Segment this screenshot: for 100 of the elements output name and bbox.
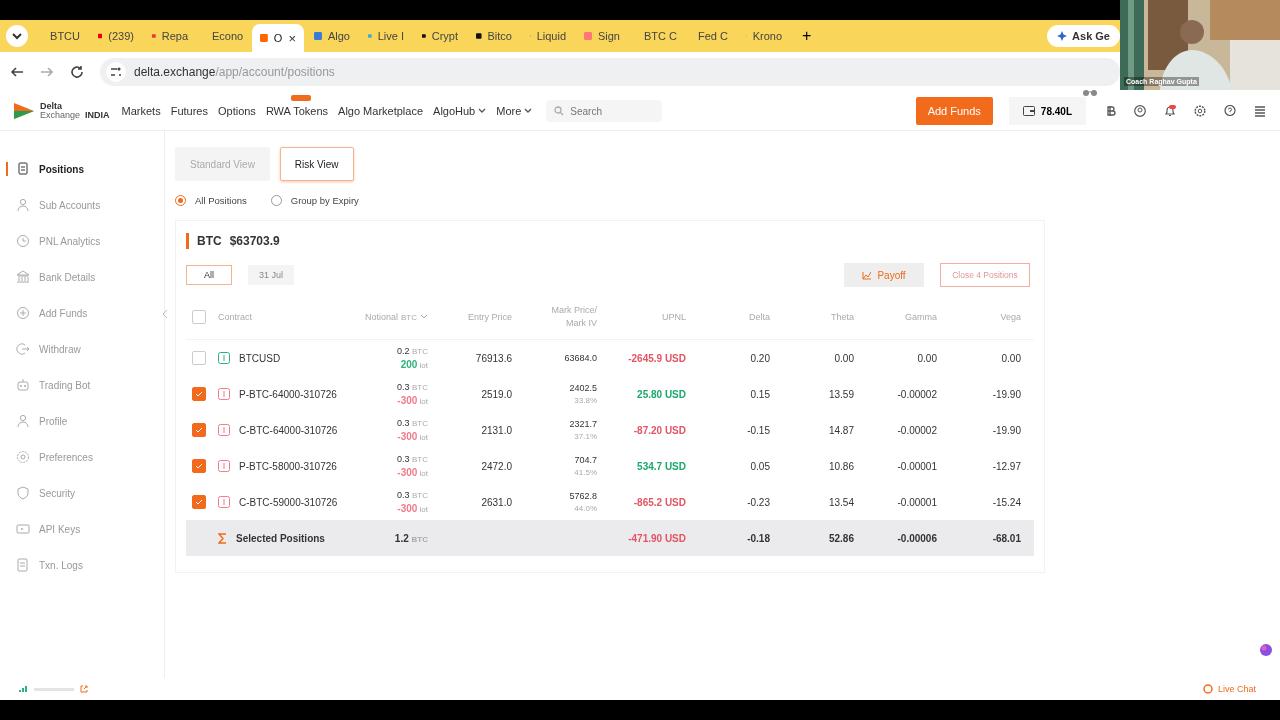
notional-size: 0.2 BTC xyxy=(397,346,428,356)
site-settings-icon[interactable] xyxy=(106,62,126,82)
browser-tab[interactable]: Live I xyxy=(360,23,412,49)
browser-tab[interactable]: Sign xyxy=(576,23,628,49)
nav-link[interactable]: Markets xyxy=(121,95,161,117)
new-tab-button[interactable]: + xyxy=(792,27,822,45)
nav-link[interactable]: Algo Marketplace xyxy=(338,95,424,117)
browser-tab[interactable]: Repa xyxy=(144,23,196,49)
settings-icon[interactable] xyxy=(1194,105,1206,117)
mark-iv: 41.5% xyxy=(574,468,597,477)
table-cell-text: -0.00001 xyxy=(896,496,937,508)
nav-link[interactable]: Futures xyxy=(170,95,208,117)
logo-icon xyxy=(14,101,36,121)
position-side-icon xyxy=(218,352,230,364)
lot-count: -300 lot xyxy=(397,395,428,406)
table-cell-text: -0.00006 xyxy=(896,532,937,544)
browser-tab[interactable]: Bitco xyxy=(468,23,520,49)
reload-icon[interactable] xyxy=(70,65,84,79)
table-cell-text: -0.15 xyxy=(746,424,770,436)
column-header: Notional xyxy=(364,312,398,322)
browser-tab[interactable]: Krono xyxy=(738,23,790,49)
address-field[interactable]: delta.exchange/app/account/positions xyxy=(100,58,1120,86)
column-header: Mark Price/ Mark IV xyxy=(550,304,597,330)
row-checkbox[interactable] xyxy=(192,423,206,437)
check-icon xyxy=(195,427,203,433)
select-all-checkbox[interactable] xyxy=(192,310,206,324)
site-icon xyxy=(314,30,322,42)
bitcoin-icon[interactable] xyxy=(1104,105,1116,117)
clock-icon xyxy=(16,234,30,248)
nav-link[interactable]: Options xyxy=(217,95,256,117)
browser-tab[interactable]: Crypt xyxy=(414,23,466,49)
exit-icon xyxy=(16,342,30,356)
position-side-icon xyxy=(218,460,230,472)
assistant-orb-icon[interactable] xyxy=(1260,644,1272,656)
table-cell-text: 2631.0 xyxy=(480,496,512,508)
help-icon[interactable] xyxy=(1224,105,1236,117)
radio-option[interactable]: Group by Expiry xyxy=(270,195,359,206)
sort-icon[interactable] xyxy=(420,314,428,320)
user-circle-icon[interactable] xyxy=(1134,105,1146,117)
column-header: Theta xyxy=(830,312,854,322)
row-checkbox[interactable] xyxy=(192,351,206,365)
browser-tab[interactable]: (239) xyxy=(90,23,142,49)
view-tab[interactable]: Risk View xyxy=(279,147,354,181)
table-cell-text: 2519.0 xyxy=(480,388,512,400)
collapse-icon[interactable] xyxy=(162,309,168,319)
unit-label: BTC xyxy=(401,312,417,322)
sidebar-item[interactable]: Positions xyxy=(0,151,164,187)
nav-link[interactable]: RWA Tokens xyxy=(265,95,329,117)
expiry-filter[interactable]: 31 Jul xyxy=(248,265,294,285)
ask-button[interactable]: Ask Ge xyxy=(1047,25,1120,47)
table-cell-text: 76913.6 xyxy=(474,352,512,364)
radio-option[interactable]: All Positions xyxy=(175,195,247,206)
nav-link[interactable]: AlgoHub xyxy=(433,95,487,117)
glasses-icon[interactable] xyxy=(1082,87,1098,97)
table-cell-text: -19.90 xyxy=(991,388,1021,400)
back-icon[interactable] xyxy=(10,65,24,79)
table-cell-text: 0.20 xyxy=(749,352,770,364)
browser-tab[interactable]: Econo xyxy=(198,23,250,49)
nav-link[interactable]: More xyxy=(496,95,533,117)
position-side-icon xyxy=(218,388,230,400)
table-cell-text: 0.00 xyxy=(833,352,854,364)
search-field[interactable]: Search xyxy=(546,100,663,122)
new-badge-icon xyxy=(290,95,311,101)
bell-icon[interactable] xyxy=(1164,105,1176,117)
external-link-icon[interactable] xyxy=(80,685,88,693)
lot-count: -300 lot xyxy=(397,467,428,478)
tab-list-icon[interactable] xyxy=(6,25,28,47)
upnl-value: -87.20 USD xyxy=(632,424,686,436)
notional-size: 1.2 BTC xyxy=(393,532,428,544)
url-text: delta.exchange/app/account/positions xyxy=(134,65,335,79)
contract-name: BTCUSD xyxy=(239,352,281,364)
menu-icon[interactable] xyxy=(1254,105,1266,117)
row-checkbox[interactable] xyxy=(192,495,206,509)
document-icon xyxy=(16,162,30,176)
site-icon xyxy=(260,32,268,44)
column-header: Gamma xyxy=(904,312,937,322)
balance-button[interactable]: 78.40L xyxy=(1008,97,1086,125)
plus-circle-icon xyxy=(16,306,30,320)
site-icon xyxy=(476,30,482,42)
notional-size: 0.3 BTC xyxy=(397,382,428,392)
table-cell-text: 0.15 xyxy=(749,388,770,400)
total-label: Selected Positions xyxy=(236,532,325,544)
browser-tab[interactable]: O × xyxy=(252,24,304,52)
close-tab-icon[interactable]: × xyxy=(288,30,296,46)
row-checkbox[interactable] xyxy=(192,459,206,473)
browser-tab[interactable]: BTCU xyxy=(36,23,88,49)
shield-icon xyxy=(16,486,30,500)
position-side-icon xyxy=(218,496,230,508)
forward-icon[interactable] xyxy=(40,65,54,79)
browser-tab[interactable]: Algo xyxy=(306,23,358,49)
browser-tab[interactable]: BTC C xyxy=(630,23,682,49)
expiry-filter[interactable]: All xyxy=(186,265,232,285)
table-cell-text: 14.87 xyxy=(827,424,854,436)
contract-name: P-BTC-58000-310726 xyxy=(239,460,337,472)
check-icon xyxy=(195,391,203,397)
browser-tab[interactable]: Liquid xyxy=(522,23,574,49)
mark-price: 704.7 xyxy=(574,455,597,465)
table-cell-text: 13.54 xyxy=(827,496,854,508)
row-checkbox[interactable] xyxy=(192,387,206,401)
browser-tab[interactable]: Fed C xyxy=(684,23,736,49)
